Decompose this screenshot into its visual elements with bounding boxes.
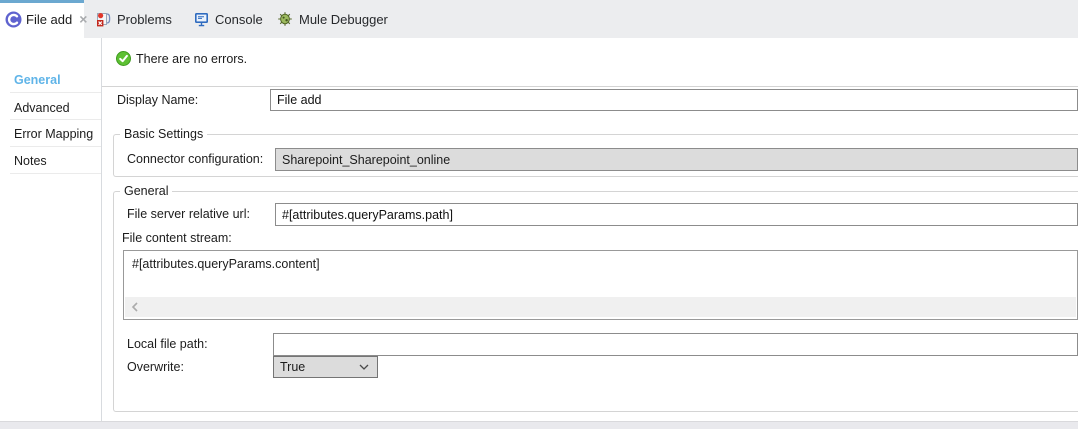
console-icon [194, 12, 209, 27]
display-name-label: Display Name: [117, 93, 198, 108]
overwrite-label: Overwrite: [127, 360, 184, 375]
connector-configuration-label: Connector configuration: [127, 152, 263, 167]
horizontal-scrollbar[interactable] [125, 297, 1076, 317]
file-content-stream-editor[interactable]: #[attributes.queryParams.content] [123, 250, 1078, 320]
general-legend: General [120, 184, 172, 199]
bottom-status-bar [0, 421, 1078, 429]
tab-label: Mule Debugger [299, 12, 388, 27]
file-content-stream-label: File content stream: [122, 231, 232, 246]
sidebar-separator [10, 92, 101, 93]
editor-tab-bar: File add × Problems [0, 0, 1078, 38]
tab-label: Problems [117, 12, 172, 27]
close-icon[interactable]: × [79, 12, 87, 26]
active-tab-accent [0, 0, 84, 3]
sidebar-separator [10, 146, 101, 147]
sidebar-item-notes[interactable]: Notes [14, 153, 47, 169]
bug-debugger-icon [277, 11, 293, 27]
success-check-icon [116, 51, 131, 66]
tab-console[interactable]: Console [186, 0, 271, 38]
overwrite-selected-value: True [280, 360, 305, 374]
status-message: There are no errors. [136, 52, 247, 67]
connector-configuration-field[interactable]: Sharepoint_Sharepoint_online [275, 148, 1078, 171]
local-file-path-input[interactable] [273, 333, 1078, 356]
content-divider [102, 86, 1078, 87]
tab-label: Console [215, 12, 263, 27]
tab-mule-debugger[interactable]: Mule Debugger [269, 0, 396, 38]
sidebar-separator [10, 119, 101, 120]
sidebar-item-error-mapping[interactable]: Error Mapping [14, 126, 93, 142]
sidebar-item-general[interactable]: General [14, 72, 61, 88]
tab-problems[interactable]: Problems [88, 0, 180, 38]
file-server-relative-url-input[interactable] [275, 203, 1078, 226]
tab-label: File add [26, 12, 72, 27]
properties-editor: File add × Problems [0, 0, 1078, 429]
connector-configuration-value: Sharepoint_Sharepoint_online [282, 153, 450, 167]
local-file-path-label: Local file path: [127, 337, 208, 352]
overwrite-select[interactable]: True [273, 356, 378, 378]
sidebar-divider-line [101, 38, 102, 421]
file-server-relative-url-label: File server relative url: [127, 207, 250, 222]
connector-icon [5, 11, 22, 28]
problems-view-icon [96, 11, 111, 27]
chevron-down-icon [359, 364, 369, 370]
display-name-input[interactable] [270, 89, 1078, 111]
sidebar-item-advanced[interactable]: Advanced [14, 100, 70, 116]
tab-file-add[interactable]: File add × [0, 0, 84, 38]
sidebar-separator [10, 173, 101, 174]
basic-settings-legend: Basic Settings [120, 127, 207, 142]
file-content-stream-value: #[attributes.queryParams.content] [132, 257, 320, 271]
scroll-left-arrow-icon[interactable] [131, 302, 139, 312]
